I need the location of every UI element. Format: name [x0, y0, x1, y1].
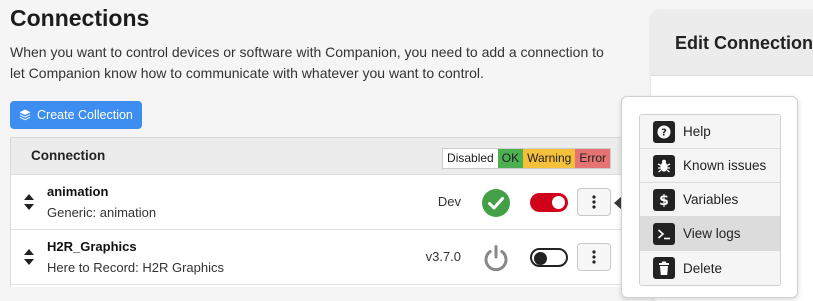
legend-warning: Warning — [523, 149, 576, 168]
menu-item-variables[interactable]: $ Variables — [640, 183, 780, 217]
dollar-icon: $ — [653, 188, 675, 211]
drag-handle-icon[interactable] — [23, 193, 35, 211]
toggle-knob — [552, 196, 565, 209]
table-header: Connection Disabled OK Warning Error — [11, 138, 621, 175]
connection-column-header: Connection — [31, 148, 106, 163]
bug-icon — [653, 154, 675, 177]
table-row[interactable]: animation Generic: animation Dev — [11, 175, 621, 230]
connection-name: animation — [47, 184, 109, 199]
create-collection-label: Create Collection — [37, 108, 133, 122]
layers-icon — [19, 109, 31, 121]
terminal-icon — [653, 222, 675, 245]
enable-toggle[interactable] — [530, 193, 568, 212]
svg-text:?: ? — [661, 127, 667, 138]
connection-version: Dev — [437, 194, 461, 209]
connection-name: H2R_Graphics — [47, 239, 137, 254]
connection-module: Generic: animation — [47, 205, 157, 220]
svg-text:$: $ — [659, 193, 669, 208]
connections-table: Connection Disabled OK Warning Error ani… — [10, 137, 622, 287]
menu-item-label: Delete — [683, 260, 723, 276]
menu-item-delete[interactable]: Delete — [640, 251, 780, 285]
edit-panel-title: Edit Connection — [651, 11, 813, 76]
page-description: When you want to control devices or soft… — [10, 44, 604, 81]
connection-context-menu: ? Help Known issues $ Variables View log… — [621, 96, 798, 298]
table-row[interactable]: H2R_Graphics Here to Record: H2R Graphic… — [11, 230, 621, 285]
toggle-knob — [534, 251, 547, 265]
menu-item-help[interactable]: ? Help — [640, 115, 780, 149]
menu-item-known-issues[interactable]: Known issues — [640, 149, 780, 183]
connection-menu-button[interactable] — [577, 188, 611, 216]
create-collection-button[interactable]: Create Collection — [10, 101, 142, 129]
power-icon — [484, 245, 508, 272]
kebab-icon — [592, 195, 596, 209]
context-menu-list: ? Help Known issues $ Variables View log… — [639, 114, 781, 286]
status-legend: Disabled OK Warning Error — [442, 148, 611, 169]
connection-version: v3.7.0 — [425, 249, 461, 264]
connection-menu-button[interactable] — [577, 243, 611, 271]
page-title: Connections — [10, 5, 150, 31]
menu-item-view-logs[interactable]: View logs — [640, 217, 780, 251]
question-icon: ? — [653, 120, 675, 143]
drag-handle-icon[interactable] — [23, 248, 35, 266]
kebab-icon — [592, 250, 596, 264]
trash-icon — [653, 257, 675, 279]
legend-ok: OK — [497, 149, 524, 168]
menu-item-label: Known issues — [683, 158, 767, 173]
legend-disabled: Disabled — [443, 149, 498, 168]
menu-item-label: View logs — [683, 226, 741, 241]
menu-item-label: Help — [683, 124, 711, 139]
check-circle-icon — [482, 189, 510, 217]
legend-error: Error — [575, 149, 610, 168]
connection-module: Here to Record: H2R Graphics — [47, 260, 225, 275]
enable-toggle[interactable] — [530, 248, 568, 267]
menu-item-label: Variables — [683, 192, 739, 207]
